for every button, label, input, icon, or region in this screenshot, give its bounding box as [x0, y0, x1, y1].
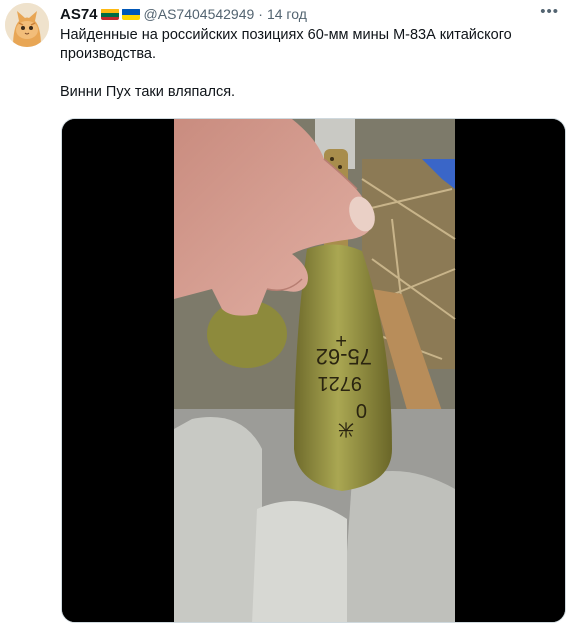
user-handle[interactable]: @AS7404542949: [144, 6, 255, 22]
svg-text:米: 米: [338, 420, 354, 438]
tweet-text: Найденные на российских позициях 60-мм м…: [60, 26, 560, 102]
tweet-card[interactable]: AS74 @AS7404542949 · 14 год ••• Найденны…: [0, 0, 575, 628]
avatar[interactable]: [5, 3, 49, 47]
gray-tube-left: [174, 417, 262, 622]
gray-tube-right: [342, 471, 455, 622]
svg-text:75-62: 75-62: [316, 344, 372, 369]
timestamp[interactable]: 14 год: [267, 6, 307, 22]
tweet-text-line-2: Винни Пух таки вляпался.: [60, 84, 236, 100]
tweet-video[interactable]: + 75-62 9721 0 米: [61, 118, 566, 623]
video-frame: + 75-62 9721 0 米: [62, 119, 565, 622]
gray-tube-center: [252, 501, 347, 622]
more-horizontal-icon[interactable]: •••: [540, 3, 559, 20]
tweet-header: AS74 @AS7404542949 · 14 год •••: [60, 3, 565, 23]
ukraine-flag-icon: [121, 8, 140, 20]
tweet-text-line-1: Найденные на российских позициях 60-мм м…: [60, 27, 512, 62]
display-name[interactable]: AS74: [60, 6, 98, 23]
svg-text:0: 0: [356, 399, 367, 421]
cat-avatar-image: [5, 3, 49, 47]
lithuania-flag-icon: [100, 8, 119, 20]
svg-text:9721: 9721: [318, 372, 363, 394]
separator-dot: ·: [258, 6, 263, 22]
